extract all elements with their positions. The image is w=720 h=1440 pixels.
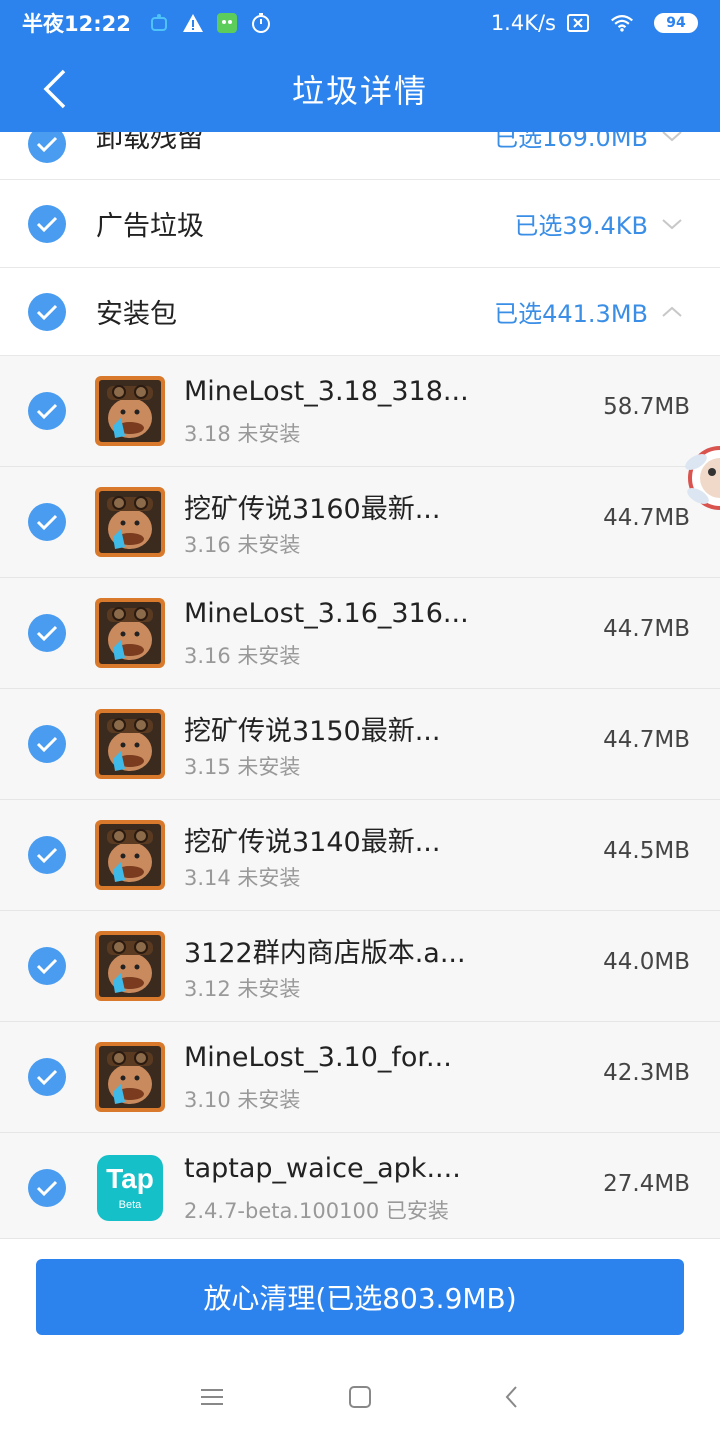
taptap-app-icon: Tap Beta (97, 1155, 163, 1221)
checkbox-checked[interactable] (28, 614, 66, 652)
chevron-down-icon[interactable] (660, 132, 684, 148)
file-version-status: 2.4.7-beta.100100 已安装 (184, 1199, 449, 1223)
checkmark-icon (36, 403, 58, 419)
clean-button[interactable]: 放心清理(已选803.9MB) (36, 1259, 684, 1335)
install-package-row[interactable]: MineLost_3.18_318... 3.18 未安装 58.7MB (0, 356, 720, 467)
checkmark-icon (36, 1180, 58, 1196)
status-bar: 半夜12:22 1.4K/s 94 (0, 0, 720, 46)
file-size: 44.0MB (603, 949, 690, 975)
checkbox-checked[interactable] (28, 1169, 66, 1207)
title-bar: 垃圾详情 (0, 46, 720, 132)
file-name: 3122群内商店版本.a... (184, 938, 466, 969)
file-size: 44.5MB (603, 838, 690, 864)
menu-icon[interactable] (192, 1382, 232, 1412)
checkbox-checked[interactable] (28, 1058, 66, 1096)
file-size: 42.3MB (603, 1060, 690, 1086)
category-label: 安装包 (96, 299, 177, 330)
file-name: taptap_waice_apk.... (184, 1153, 461, 1184)
category-selected-size: 已选441.3MB (494, 300, 648, 328)
junk-detail-list[interactable]: 卸载残留 已选169.0MB 广告垃圾 已选39.4KB 安装包 已选441.3… (0, 132, 720, 1238)
battery-indicator: 94 (654, 13, 698, 33)
back-arrow-icon (43, 69, 66, 109)
checkmark-icon (36, 216, 58, 232)
minelost-app-icon (95, 598, 165, 668)
checkmark-icon (36, 958, 58, 974)
minelost-app-icon (95, 1042, 165, 1112)
back-button[interactable] (30, 64, 80, 114)
install-package-row[interactable]: 挖矿传说3150最新... 3.15 未安装 44.7MB (0, 689, 720, 800)
action-area: 放心清理(已选803.9MB) (0, 1238, 720, 1355)
install-package-row[interactable]: MineLost_3.16_316... 3.16 未安装 44.7MB (0, 578, 720, 689)
file-name: 挖矿传说3160最新... (184, 494, 441, 525)
install-package-row[interactable]: 3122群内商店版本.a... 3.12 未安装 44.0MB (0, 911, 720, 1022)
checkmark-icon (36, 736, 58, 752)
minelost-app-icon (95, 376, 165, 446)
checkmark-icon (36, 625, 58, 641)
checkbox-checked[interactable] (28, 392, 66, 430)
category-row-uninstall-residue[interactable]: 卸载残留 已选169.0MB (0, 132, 720, 180)
file-name: MineLost_3.16_316... (184, 598, 469, 629)
minelost-app-icon (95, 820, 165, 890)
system-nav-bar (0, 1354, 720, 1440)
chevron-down-icon[interactable] (660, 212, 684, 236)
taptap-logo-text: Tap (106, 1163, 154, 1194)
category-row-ad-junk[interactable]: 广告垃圾 已选39.4KB (0, 180, 720, 268)
file-version-status: 3.12 未安装 (184, 977, 301, 1001)
file-version-status: 3.16 未安装 (184, 644, 301, 668)
page-title: 垃圾详情 (291, 72, 428, 110)
app-notification-icon (215, 11, 239, 35)
checkmark-icon (36, 514, 58, 530)
category-label: 广告垃圾 (96, 211, 204, 242)
floating-assistant-icon[interactable] (676, 432, 720, 524)
install-package-row[interactable]: 挖矿传说3160最新... 3.16 未安装 44.7MB (0, 467, 720, 578)
category-label: 卸载残留 (96, 132, 204, 154)
category-selected-size: 已选169.0MB (494, 132, 648, 152)
checkbox-checked[interactable] (28, 132, 66, 163)
category-selected-size: 已选39.4KB (514, 212, 648, 240)
checkbox-checked[interactable] (28, 205, 66, 243)
status-time: 半夜12:22 (22, 12, 131, 36)
wifi-icon (610, 11, 634, 35)
install-package-row[interactable]: 挖矿传说3140最新... 3.14 未安装 44.5MB (0, 800, 720, 911)
file-size: 44.7MB (603, 616, 690, 642)
checkmark-icon (36, 847, 58, 863)
home-icon[interactable] (340, 1382, 380, 1412)
file-version-status: 3.18 未安装 (184, 422, 301, 446)
file-size: 44.7MB (603, 727, 690, 753)
network-speed: 1.4K/s (490, 11, 556, 35)
checkmark-icon (36, 1069, 58, 1085)
robot-icon (147, 11, 171, 35)
file-name: 挖矿传说3140最新... (184, 827, 441, 858)
checkbox-checked[interactable] (28, 836, 66, 874)
file-version-status: 3.15 未安装 (184, 755, 301, 779)
timer-icon (249, 11, 273, 35)
checkbox-checked[interactable] (28, 725, 66, 763)
nav-back-icon[interactable] (492, 1382, 532, 1412)
chevron-up-icon[interactable] (660, 300, 684, 324)
checkmark-icon (36, 136, 58, 152)
minelost-app-icon (95, 709, 165, 779)
file-name: MineLost_3.10_for... (184, 1042, 452, 1073)
minelost-app-icon (95, 487, 165, 557)
taptap-logo-beta: Beta (118, 1199, 142, 1211)
file-size: 58.7MB (603, 394, 690, 420)
file-version-status: 3.16 未安装 (184, 533, 301, 557)
file-size: 27.4MB (603, 1171, 690, 1197)
file-name: 挖矿传说3150最新... (184, 716, 441, 747)
file-version-status: 3.14 未安装 (184, 866, 301, 890)
minelost-app-icon (95, 931, 165, 1001)
checkbox-checked[interactable] (28, 293, 66, 331)
sim-blocked-icon (566, 11, 590, 35)
install-package-row[interactable]: MineLost_3.10_for... 3.10 未安装 42.3MB (0, 1022, 720, 1133)
file-name: MineLost_3.18_318... (184, 376, 469, 407)
file-version-status: 3.10 未安装 (184, 1088, 301, 1112)
checkbox-checked[interactable] (28, 503, 66, 541)
checkbox-checked[interactable] (28, 947, 66, 985)
install-package-row[interactable]: Tap Beta taptap_waice_apk.... 2.4.7-beta.10… (0, 1133, 720, 1238)
warning-icon (181, 11, 205, 35)
checkmark-icon (36, 304, 58, 320)
category-row-install-packages[interactable]: 安装包 已选441.3MB (0, 268, 720, 356)
